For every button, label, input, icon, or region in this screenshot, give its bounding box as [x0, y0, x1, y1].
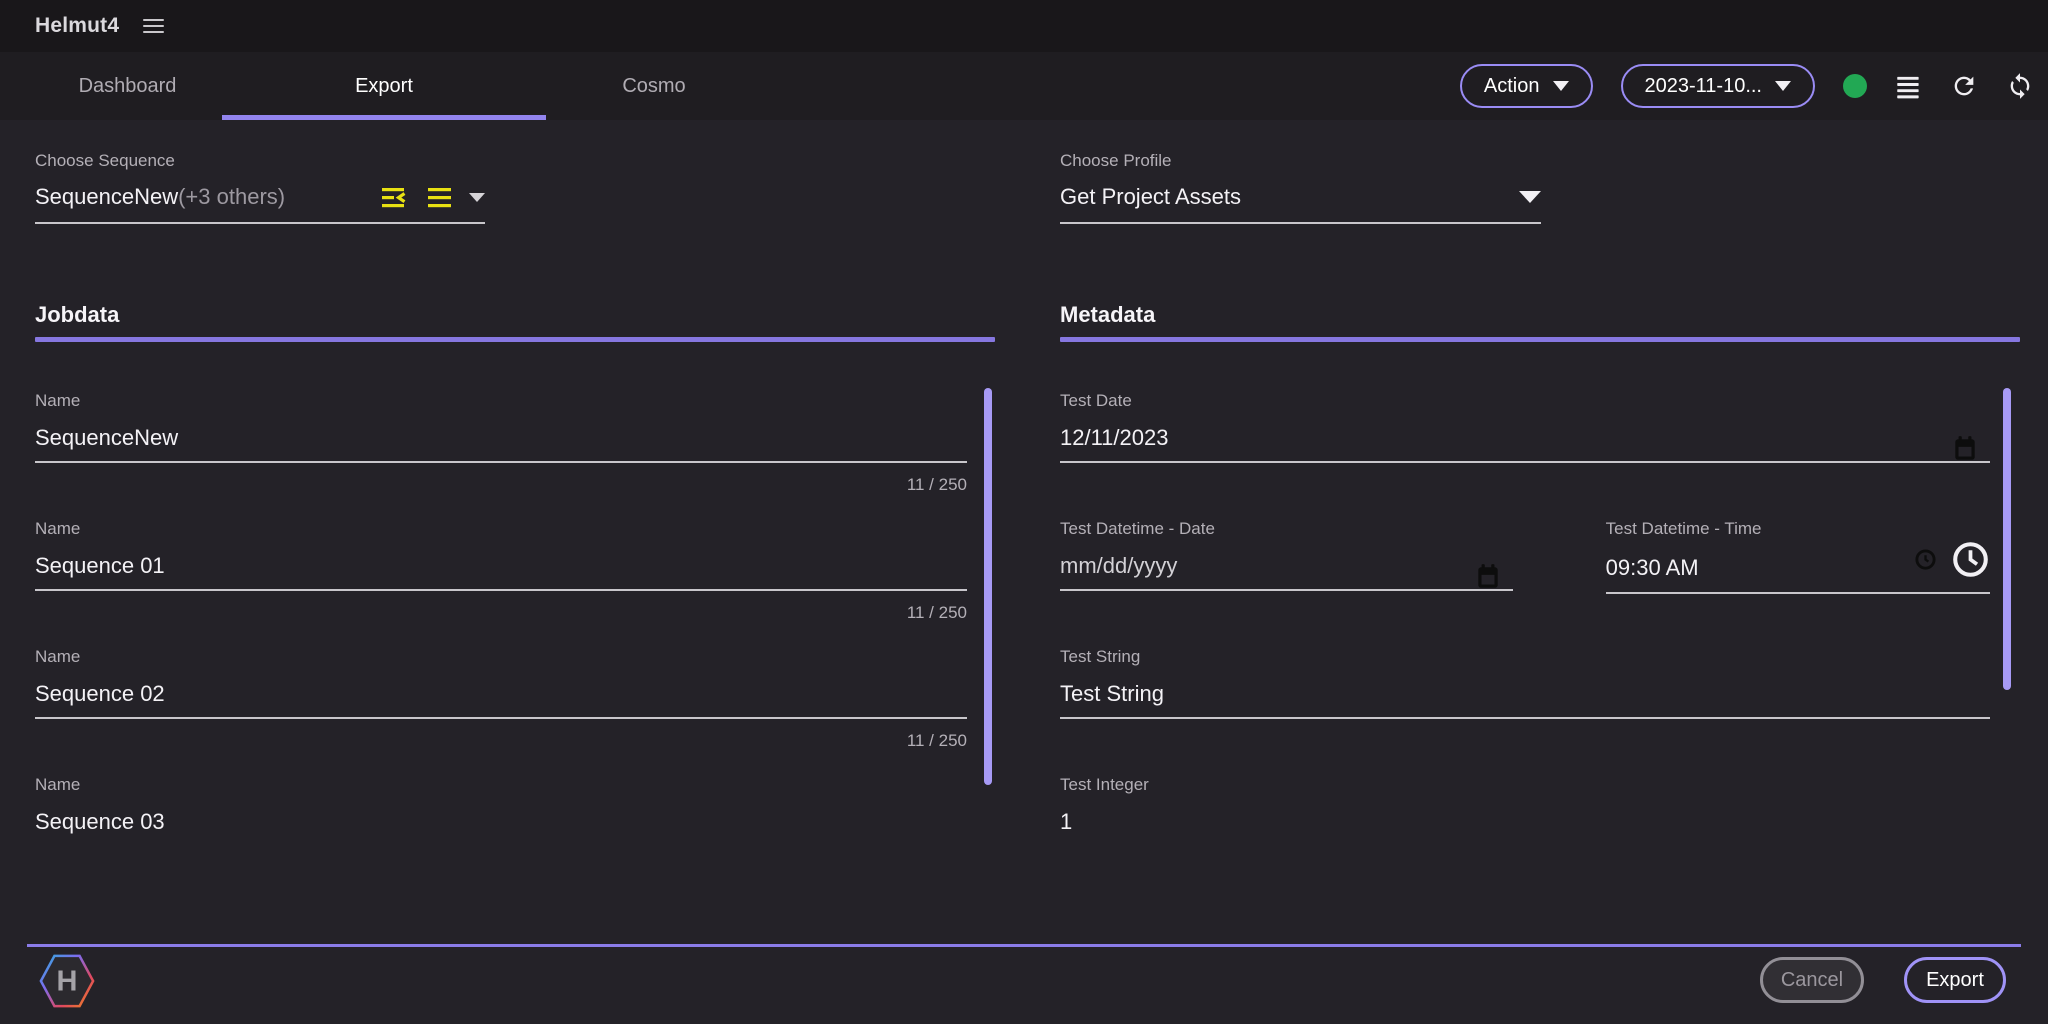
test-datetime-date-input[interactable] — [1060, 551, 1513, 581]
char-counter: 11 / 250 — [35, 603, 967, 623]
cancel-button[interactable]: Cancel — [1760, 957, 1864, 1003]
sync-icon[interactable] — [2006, 72, 2034, 100]
time-picker-clock-icon[interactable] — [1951, 540, 1990, 584]
action-dropdown-label: Action — [1484, 75, 1540, 98]
char-counter: 11 / 250 — [35, 475, 967, 495]
tab-dashboard[interactable]: Dashboard — [33, 52, 222, 120]
sequence-chevron-down-icon[interactable] — [469, 193, 485, 202]
footer-divider — [27, 944, 2021, 947]
sequence-chooser-label: Choose Sequence — [35, 150, 485, 172]
profile-chooser: Choose Profile Get Project Assets — [1060, 150, 1541, 224]
metadata-section-header: Metadata — [1060, 302, 2020, 342]
jobdata-field-list: Name 11 / 250 Name 11 / 250 Name 11 / 25… — [35, 390, 967, 902]
input-underline — [1060, 717, 1990, 719]
calendar-icon[interactable] — [1952, 435, 1978, 468]
test-datetime-time-label: Test Datetime - Time — [1606, 518, 1990, 540]
input-underline — [35, 589, 967, 591]
test-datetime-date-label: Test Datetime - Date — [1060, 518, 1513, 540]
svg-text:H: H — [57, 966, 78, 998]
test-date-label: Test Date — [1060, 390, 1990, 412]
sequence-chooser: Choose Sequence SequenceNew (+3 others) — [35, 150, 485, 224]
metadata-field-list: Test Date Test Datetime - Date — [1060, 390, 1990, 902]
test-string-input[interactable] — [1060, 679, 1990, 709]
top-bar: Helmut4 — [0, 0, 2048, 52]
log-list-icon[interactable] — [1895, 73, 1922, 100]
name-input-1[interactable] — [35, 423, 967, 453]
refresh-icon[interactable] — [1950, 72, 1978, 100]
sequence-chooser-value[interactable]: SequenceNew — [35, 184, 178, 210]
collapse-list-icon[interactable] — [381, 186, 411, 209]
char-counter: 11 / 250 — [35, 731, 967, 751]
profile-chooser-label: Choose Profile — [1060, 150, 1541, 172]
name-label: Name — [35, 390, 967, 412]
input-underline — [1060, 589, 1513, 591]
jobdata-scrollbar[interactable] — [984, 388, 992, 785]
test-integer-input[interactable] — [1060, 807, 1990, 837]
name-input-4[interactable] — [35, 807, 967, 837]
test-integer-label: Test Integer — [1060, 774, 1990, 796]
metadata-rule — [1060, 337, 2020, 342]
test-string-field: Test String — [1060, 646, 1990, 774]
test-string-label: Test String — [1060, 646, 1990, 668]
tab-export-label: Export — [355, 75, 413, 98]
test-datetime-date-field: Test Datetime - Date — [1060, 518, 1513, 646]
sequence-list-icon[interactable] — [427, 186, 453, 209]
name-label: Name — [35, 518, 967, 540]
active-tab-indicator — [222, 115, 546, 120]
sequence-chooser-underline — [35, 222, 485, 224]
export-button[interactable]: Export — [1904, 957, 2006, 1003]
jobdata-field-2: Name 11 / 250 — [35, 518, 967, 646]
name-input-2[interactable] — [35, 551, 967, 581]
tab-export[interactable]: Export — [222, 52, 546, 120]
app-title: Helmut4 — [35, 14, 119, 38]
name-input-3[interactable] — [35, 679, 967, 709]
tab-cosmo-label: Cosmo — [622, 75, 685, 98]
name-label: Name — [35, 774, 967, 796]
sequence-chooser-extra: (+3 others) — [178, 184, 285, 210]
test-integer-field: Test Integer — [1060, 774, 1990, 902]
tab-dashboard-label: Dashboard — [79, 75, 177, 98]
profile-chevron-down-icon[interactable] — [1519, 191, 1541, 203]
tab-cosmo[interactable]: Cosmo — [546, 52, 762, 120]
jobdata-field-4: Name — [35, 774, 967, 902]
hamburger-menu-icon[interactable] — [143, 19, 164, 33]
input-underline — [35, 461, 967, 463]
jobdata-title: Jobdata — [35, 302, 995, 328]
input-underline — [35, 717, 967, 719]
jobdata-field-1: Name 11 / 250 — [35, 390, 967, 518]
toolbar-controls: Action 2023-11-10... — [1460, 52, 2034, 120]
jobdata-field-3: Name 11 / 250 — [35, 646, 967, 774]
chevron-down-icon — [1775, 81, 1791, 91]
test-datetime-time-field: Test Datetime - Time — [1606, 518, 1990, 646]
jobdata-rule — [35, 337, 995, 342]
tab-bar: Dashboard Export Cosmo Action 2023-11-10… — [0, 52, 2048, 120]
test-date-field: Test Date — [1060, 390, 1990, 518]
tab-list: Dashboard Export Cosmo — [33, 52, 762, 120]
calendar-icon[interactable] — [1475, 563, 1501, 596]
action-dropdown-button[interactable]: Action — [1460, 64, 1593, 108]
date-dropdown-button[interactable]: 2023-11-10... — [1621, 64, 1816, 108]
native-clock-icon[interactable] — [1914, 548, 1937, 576]
name-label: Name — [35, 646, 967, 668]
app-window: Helmut4 Dashboard Export Cosmo Action — [0, 0, 2048, 1024]
test-date-input[interactable] — [1060, 423, 1990, 453]
test-datetime-row: Test Datetime - Date Test Datet — [1060, 518, 1990, 646]
profile-chooser-underline — [1060, 222, 1541, 224]
test-datetime-time-input[interactable] — [1606, 553, 1906, 583]
metadata-scrollbar[interactable] — [2003, 388, 2011, 690]
input-underline — [1606, 592, 1990, 594]
jobdata-section-header: Jobdata — [35, 302, 995, 342]
chevron-down-icon — [1553, 81, 1569, 91]
input-underline — [1060, 461, 1990, 463]
helmut4-logo[interactable]: H — [38, 950, 96, 1012]
connection-status-indicator — [1843, 74, 1867, 98]
date-dropdown-label: 2023-11-10... — [1645, 75, 1763, 98]
metadata-title: Metadata — [1060, 302, 2020, 328]
profile-chooser-value[interactable]: Get Project Assets — [1060, 184, 1241, 210]
